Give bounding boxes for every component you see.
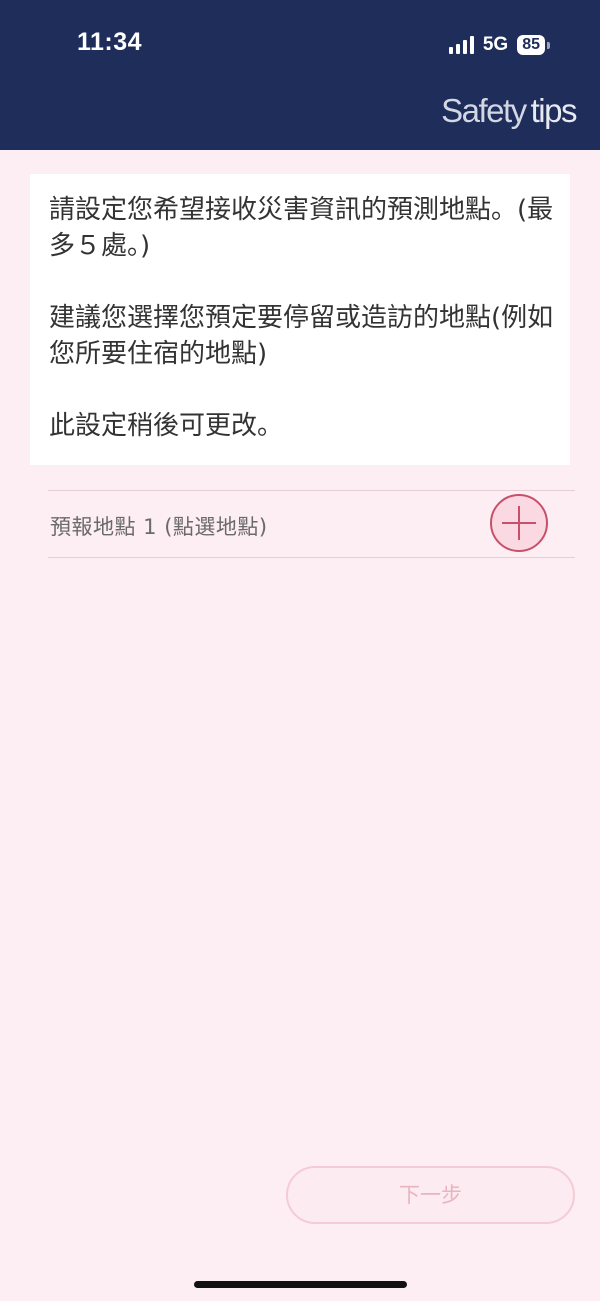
forecast-location-label: 預報地點 1 (點選地點) xyxy=(50,515,268,539)
next-button[interactable]: 下一步 xyxy=(286,1166,575,1224)
app-header: 11:34 5G 85 Safety tips xyxy=(0,0,600,150)
network-type: 5G xyxy=(482,34,509,55)
intro-paragraph-3: 此設定稍後可更改。 xyxy=(49,411,284,441)
battery-icon: 85 xyxy=(517,35,550,55)
intro-paragraph-2: 建議您選擇您預定要停留或造訪的地點(例如您所要住宿的地點) xyxy=(49,303,554,369)
forecast-location-row[interactable]: 預報地點 1 (點選地點) xyxy=(48,490,575,558)
signal-icon xyxy=(448,36,474,54)
status-time: 11:34 xyxy=(77,28,143,56)
info-card: 請設定您希望接收災害資訊的預測地點。(最多５處。) 建議您選擇您預定要停留或造訪… xyxy=(30,174,570,465)
status-indicators: 5G 85 xyxy=(448,33,550,57)
add-location-button[interactable] xyxy=(490,494,548,552)
intro-paragraph-1: 請設定您希望接收災害資訊的預測地點。(最多５處。) xyxy=(49,195,554,261)
home-indicator xyxy=(194,1281,407,1288)
brand-logo: Safety tips xyxy=(441,92,577,129)
battery-level: 85 xyxy=(517,35,545,55)
